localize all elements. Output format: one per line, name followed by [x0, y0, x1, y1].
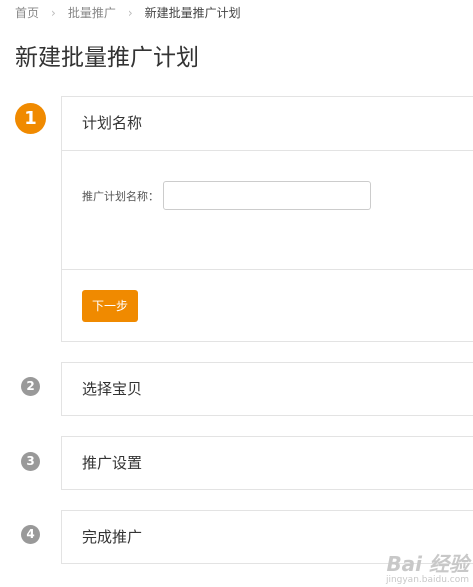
breadcrumb: 首页 › 批量推广 › 新建批量推广计划 — [15, 4, 241, 21]
step-2-panel: 选择宝贝 — [61, 362, 473, 416]
step-3-number: 3 — [21, 452, 40, 471]
breadcrumb-batch-link[interactable]: 批量推广 — [68, 4, 116, 21]
chevron-right-icon: › — [127, 5, 133, 20]
breadcrumb-current: 新建批量推广计划 — [144, 6, 241, 20]
watermark-url: jingyan.baidu.com — [385, 575, 469, 585]
divider — [62, 269, 473, 270]
step-2-title: 选择宝贝 — [82, 380, 143, 398]
step-1-number: 1 — [15, 103, 46, 134]
plan-name-input[interactable] — [163, 181, 371, 210]
step-3-panel: 推广设置 — [61, 436, 473, 490]
chevron-right-icon: › — [51, 5, 56, 20]
breadcrumb-home-link[interactable]: 首页 — [15, 4, 39, 21]
baidu-jingyan-watermark: Bai 经验 jingyan.baidu.com — [386, 554, 469, 585]
step-1-panel: 计划名称 推广计划名称： 下一步 — [61, 96, 473, 342]
watermark-logo: Bai 经验 — [386, 552, 469, 576]
step-2-number: 2 — [21, 377, 40, 396]
step-3-title: 推广设置 — [82, 454, 143, 472]
plan-name-label: 推广计划名称： — [82, 189, 159, 203]
plan-name-row: 推广计划名称： — [82, 181, 371, 210]
step-1-title: 计划名称 — [62, 97, 473, 151]
step-4-number: 4 — [21, 525, 40, 544]
next-step-button[interactable]: 下一步 — [82, 290, 138, 322]
page-title: 新建批量推广计划 — [15, 45, 199, 71]
